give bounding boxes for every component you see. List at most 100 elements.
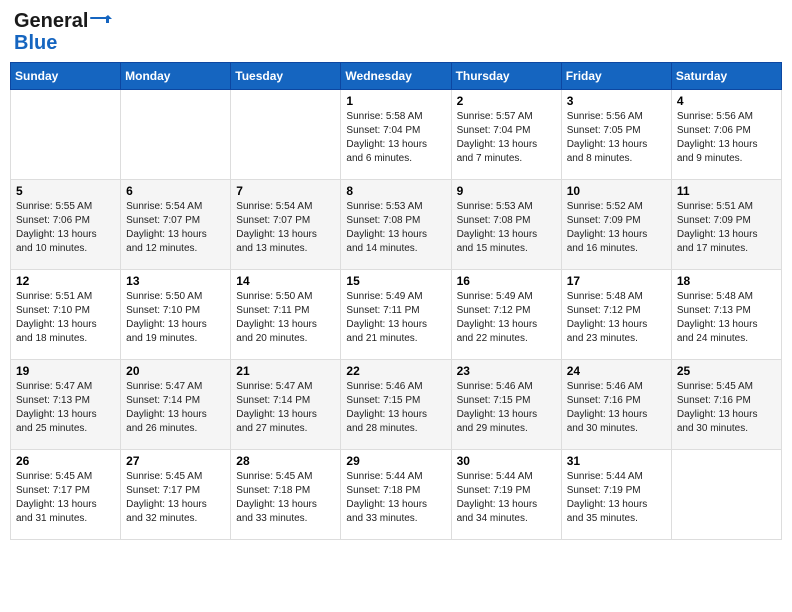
- weekday-header-thursday: Thursday: [451, 63, 561, 90]
- weekday-header-sunday: Sunday: [11, 63, 121, 90]
- calendar-empty-cell: [11, 90, 121, 180]
- calendar-day-18: 18 Sunrise: 5:48 AM Sunset: 7:13 PM Dayli…: [671, 270, 781, 360]
- day-info: Sunrise: 5:45 AM Sunset: 7:16 PM Dayligh…: [677, 380, 776, 436]
- day-number: 23: [457, 364, 556, 378]
- day-info: Sunrise: 5:58 AM Sunset: 7:04 PM Dayligh…: [346, 110, 445, 166]
- calendar-week-row: 12 Sunrise: 5:51 AM Sunset: 7:10 PM Dayli…: [11, 270, 782, 360]
- day-info: Sunrise: 5:45 AM Sunset: 7:17 PM Dayligh…: [16, 470, 115, 526]
- calendar-day-12: 12 Sunrise: 5:51 AM Sunset: 7:10 PM Dayli…: [11, 270, 121, 360]
- calendar-empty-cell: [231, 90, 341, 180]
- calendar-day-1: 1 Sunrise: 5:58 AM Sunset: 7:04 PM Daylig…: [341, 90, 451, 180]
- calendar-day-20: 20 Sunrise: 5:47 AM Sunset: 7:14 PM Dayli…: [121, 360, 231, 450]
- day-info: Sunrise: 5:46 AM Sunset: 7:16 PM Dayligh…: [567, 380, 666, 436]
- calendar-day-3: 3 Sunrise: 5:56 AM Sunset: 7:05 PM Daylig…: [561, 90, 671, 180]
- day-number: 7: [236, 184, 335, 198]
- calendar-day-2: 2 Sunrise: 5:57 AM Sunset: 7:04 PM Daylig…: [451, 90, 561, 180]
- calendar-week-row: 5 Sunrise: 5:55 AM Sunset: 7:06 PM Daylig…: [11, 180, 782, 270]
- calendar-day-15: 15 Sunrise: 5:49 AM Sunset: 7:11 PM Dayli…: [341, 270, 451, 360]
- day-info: Sunrise: 5:56 AM Sunset: 7:06 PM Dayligh…: [677, 110, 776, 166]
- day-number: 28: [236, 454, 335, 468]
- calendar-day-23: 23 Sunrise: 5:46 AM Sunset: 7:15 PM Dayli…: [451, 360, 561, 450]
- day-number: 18: [677, 274, 776, 288]
- day-info: Sunrise: 5:49 AM Sunset: 7:11 PM Dayligh…: [346, 290, 445, 346]
- calendar-empty-cell: [671, 450, 781, 540]
- calendar-day-9: 9 Sunrise: 5:53 AM Sunset: 7:08 PM Daylig…: [451, 180, 561, 270]
- day-info: Sunrise: 5:47 AM Sunset: 7:13 PM Dayligh…: [16, 380, 115, 436]
- day-info: Sunrise: 5:55 AM Sunset: 7:06 PM Dayligh…: [16, 200, 115, 256]
- calendar-week-row: 19 Sunrise: 5:47 AM Sunset: 7:13 PM Dayli…: [11, 360, 782, 450]
- day-number: 30: [457, 454, 556, 468]
- day-info: Sunrise: 5:57 AM Sunset: 7:04 PM Dayligh…: [457, 110, 556, 166]
- day-number: 26: [16, 454, 115, 468]
- day-number: 12: [16, 274, 115, 288]
- day-number: 16: [457, 274, 556, 288]
- weekday-header-tuesday: Tuesday: [231, 63, 341, 90]
- weekday-header-friday: Friday: [561, 63, 671, 90]
- day-info: Sunrise: 5:44 AM Sunset: 7:18 PM Dayligh…: [346, 470, 445, 526]
- day-number: 15: [346, 274, 445, 288]
- day-number: 27: [126, 454, 225, 468]
- day-info: Sunrise: 5:48 AM Sunset: 7:13 PM Dayligh…: [677, 290, 776, 346]
- day-info: Sunrise: 5:50 AM Sunset: 7:10 PM Dayligh…: [126, 290, 225, 346]
- day-number: 31: [567, 454, 666, 468]
- weekday-header-monday: Monday: [121, 63, 231, 90]
- day-number: 25: [677, 364, 776, 378]
- day-info: Sunrise: 5:47 AM Sunset: 7:14 PM Dayligh…: [236, 380, 335, 436]
- calendar-day-8: 8 Sunrise: 5:53 AM Sunset: 7:08 PM Daylig…: [341, 180, 451, 270]
- page-header: General Blue: [10, 10, 782, 54]
- day-number: 19: [16, 364, 115, 378]
- weekday-header-saturday: Saturday: [671, 63, 781, 90]
- day-number: 1: [346, 94, 445, 108]
- day-number: 10: [567, 184, 666, 198]
- weekday-header-wednesday: Wednesday: [341, 63, 451, 90]
- day-info: Sunrise: 5:48 AM Sunset: 7:12 PM Dayligh…: [567, 290, 666, 346]
- calendar-day-28: 28Sunrise: 5:45 AM Sunset: 7:18 PM Dayli…: [231, 450, 341, 540]
- day-info: Sunrise: 5:44 AM Sunset: 7:19 PM Dayligh…: [567, 470, 666, 526]
- calendar-day-30: 30 Sunrise: 5:44 AM Sunset: 7:19 PM Dayli…: [451, 450, 561, 540]
- day-number: 8: [346, 184, 445, 198]
- day-info: Sunrise: 5:53 AM Sunset: 7:08 PM Dayligh…: [346, 200, 445, 256]
- day-number: 14: [236, 274, 335, 288]
- calendar-day-16: 16 Sunrise: 5:49 AM Sunset: 7:12 PM Dayli…: [451, 270, 561, 360]
- day-number: 4: [677, 94, 776, 108]
- day-info: Sunrise: 5:46 AM Sunset: 7:15 PM Dayligh…: [457, 380, 556, 436]
- calendar-week-row: 26 Sunrise: 5:45 AM Sunset: 7:17 PM Dayli…: [11, 450, 782, 540]
- calendar-day-4: 4 Sunrise: 5:56 AM Sunset: 7:06 PM Daylig…: [671, 90, 781, 180]
- calendar-day-31: 31 Sunrise: 5:44 AM Sunset: 7:19 PM Dayli…: [561, 450, 671, 540]
- plane-icon: [90, 10, 112, 32]
- day-number: 2: [457, 94, 556, 108]
- day-number: 17: [567, 274, 666, 288]
- calendar-day-25: 25 Sunrise: 5:45 AM Sunset: 7:16 PM Dayli…: [671, 360, 781, 450]
- day-info: Sunrise: 5:49 AM Sunset: 7:12 PM Dayligh…: [457, 290, 556, 346]
- calendar-day-6: 6Sunrise: 5:54 AM Sunset: 7:07 PM Daylig…: [121, 180, 231, 270]
- calendar-day-17: 17 Sunrise: 5:48 AM Sunset: 7:12 PM Dayli…: [561, 270, 671, 360]
- day-info: Sunrise: 5:44 AM Sunset: 7:19 PM Dayligh…: [457, 470, 556, 526]
- calendar-day-29: 29 Sunrise: 5:44 AM Sunset: 7:18 PM Dayli…: [341, 450, 451, 540]
- day-info: Sunrise: 5:56 AM Sunset: 7:05 PM Dayligh…: [567, 110, 666, 166]
- calendar-day-11: 11Sunrise: 5:51 AM Sunset: 7:09 PM Dayli…: [671, 180, 781, 270]
- day-info: Sunrise: 5:47 AM Sunset: 7:14 PM Dayligh…: [126, 380, 225, 436]
- day-info: Sunrise: 5:54 AM Sunset: 7:07 PM Dayligh…: [236, 200, 335, 256]
- calendar-day-7: 7 Sunrise: 5:54 AM Sunset: 7:07 PM Daylig…: [231, 180, 341, 270]
- calendar-day-21: 21 Sunrise: 5:47 AM Sunset: 7:14 PM Dayli…: [231, 360, 341, 450]
- day-number: 24: [567, 364, 666, 378]
- day-info: Sunrise: 5:46 AM Sunset: 7:15 PM Dayligh…: [346, 380, 445, 436]
- calendar-day-13: 13Sunrise: 5:50 AM Sunset: 7:10 PM Dayli…: [121, 270, 231, 360]
- day-info: Sunrise: 5:52 AM Sunset: 7:09 PM Dayligh…: [567, 200, 666, 256]
- day-number: 9: [457, 184, 556, 198]
- day-info: Sunrise: 5:50 AM Sunset: 7:11 PM Dayligh…: [236, 290, 335, 346]
- calendar-week-row: 1 Sunrise: 5:58 AM Sunset: 7:04 PM Daylig…: [11, 90, 782, 180]
- day-number: 29: [346, 454, 445, 468]
- calendar-empty-cell: [121, 90, 231, 180]
- day-info: Sunrise: 5:53 AM Sunset: 7:08 PM Dayligh…: [457, 200, 556, 256]
- calendar-day-24: 24 Sunrise: 5:46 AM Sunset: 7:16 PM Dayli…: [561, 360, 671, 450]
- day-number: 20: [126, 364, 225, 378]
- calendar-day-5: 5 Sunrise: 5:55 AM Sunset: 7:06 PM Daylig…: [11, 180, 121, 270]
- day-info: Sunrise: 5:51 AM Sunset: 7:10 PM Dayligh…: [16, 290, 115, 346]
- day-info: Sunrise: 5:45 AM Sunset: 7:17 PM Dayligh…: [126, 470, 225, 526]
- day-number: 3: [567, 94, 666, 108]
- calendar-day-14: 14 Sunrise: 5:50 AM Sunset: 7:11 PM Dayli…: [231, 270, 341, 360]
- day-number: 5: [16, 184, 115, 198]
- day-info: Sunrise: 5:51 AM Sunset: 7:09 PM Dayligh…: [677, 200, 776, 256]
- day-number: 21: [236, 364, 335, 378]
